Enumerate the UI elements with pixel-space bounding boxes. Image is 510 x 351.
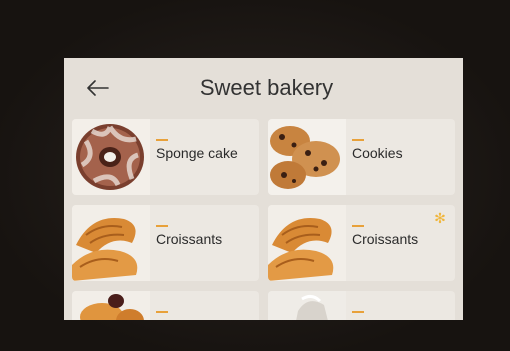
product-label: Sponge cake [156,145,238,161]
header: Sweet bakery [64,58,463,116]
accent-dash [156,225,168,227]
product-label: Croissants [352,231,419,247]
snowflake-icon: ✻ [434,210,446,226]
product-card[interactable]: Sponge cake [72,119,259,195]
accent-dash [352,139,364,141]
product-card[interactable]: Croissants ✻ [268,205,455,281]
accent-dash [352,311,364,313]
product-card[interactable] [268,291,455,320]
app-screen: Sweet bakery Sponge cake Cookies Croissa… [64,58,463,320]
product-card[interactable]: Croissants [72,205,259,281]
product-card[interactable]: Cookies [268,119,455,195]
croissants-image [72,205,150,281]
product-label: Croissants [156,231,223,247]
cookies-image [268,119,346,195]
accent-dash [156,311,168,313]
bundt-cake-image [72,119,150,195]
croissants-image [268,205,346,281]
product-card[interactable] [72,291,259,320]
accent-dash [352,225,364,227]
page-title: Sweet bakery [199,75,334,100]
pastry-image [72,291,150,320]
product-label: Cookies [352,145,403,161]
accent-dash [156,139,168,141]
cream-cup-image [268,291,346,320]
